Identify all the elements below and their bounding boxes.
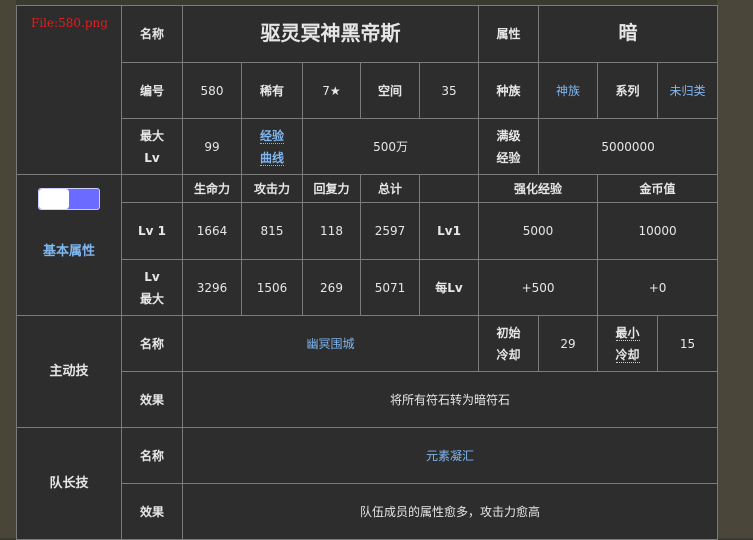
rarity-label: 稀有 xyxy=(241,62,303,119)
stats-toggle[interactable] xyxy=(38,187,100,210)
lvmax-coin: +0 xyxy=(597,259,719,316)
lv1-atk: 815 xyxy=(241,202,303,260)
exp-curve-link[interactable]: 经验 曲线 xyxy=(241,118,303,175)
cost-value: 35 xyxy=(418,62,480,119)
min-cd-label-line2: 冷却 xyxy=(615,347,640,363)
hp-header: 生命力 xyxy=(182,174,242,203)
min-cd-value: 15 xyxy=(657,315,719,372)
lvmax-label-line1: Lv xyxy=(144,269,160,284)
exp-curve-line2[interactable]: 曲线 xyxy=(259,150,284,166)
active-skill-name[interactable]: 幽冥围城 xyxy=(307,337,355,351)
portrait-panel: File:580.png xyxy=(16,5,122,175)
leader-skill-name[interactable]: 元素凝汇 xyxy=(426,449,474,463)
exp-curve-line1[interactable]: 经验 xyxy=(259,128,284,144)
page-background-left xyxy=(0,0,16,538)
leader-skill-name-label: 名称 xyxy=(121,427,183,484)
leader-skill-label: 队长技 xyxy=(49,476,89,491)
active-skill-label: 主动技 xyxy=(49,364,89,379)
lvmax-total: 5071 xyxy=(360,259,420,316)
max-exp-label: 满级 经验 xyxy=(478,118,540,175)
stats-header-blank xyxy=(121,174,183,203)
max-exp-label-line2: 经验 xyxy=(496,150,521,165)
exp-curve-value: 500万 xyxy=(301,118,480,175)
leader-skill-effect: 队伍成员的属性愈多，攻击力愈高 xyxy=(181,483,719,540)
active-skill-name-label: 名称 xyxy=(121,315,183,372)
name-label: 名称 xyxy=(121,5,183,63)
lv1-hp: 1664 xyxy=(182,202,242,260)
series-label: 系列 xyxy=(597,62,659,119)
active-skill-effect: 将所有符石转为暗符石 xyxy=(181,371,719,428)
active-skill-panel: 主动技 xyxy=(16,315,122,428)
max-exp-value: 5000000 xyxy=(538,118,719,175)
lv1-label: Lv 1 xyxy=(121,202,183,260)
init-cd-value: 29 xyxy=(538,315,599,372)
attribute-label: 属性 xyxy=(478,5,540,63)
lvmax-atk: 1506 xyxy=(241,259,303,316)
toggle-knob[interactable] xyxy=(39,188,69,209)
lvmax-hp: 3296 xyxy=(182,259,242,316)
lv1-rec: 118 xyxy=(302,202,361,260)
lv1-total: 2597 xyxy=(360,202,420,260)
exp-header: 强化经验 xyxy=(478,174,599,203)
race-cell: 神族 xyxy=(538,62,599,119)
attribute-value: 暗 xyxy=(618,22,638,44)
race-label: 种族 xyxy=(478,62,540,119)
leader-skill-panel: 队长技 xyxy=(16,427,122,540)
init-cd-label-line2: 冷却 xyxy=(496,347,521,362)
file-link[interactable]: File:580.png xyxy=(31,12,108,34)
rarity-value: 7★ xyxy=(302,62,361,119)
max-lv-label: 最大 Lv xyxy=(121,118,183,175)
basic-stats-label: 基本属性 xyxy=(42,243,95,259)
lvmax-label: Lv 最大 xyxy=(121,259,183,316)
lvmax-label-line2: 最大 xyxy=(139,291,164,306)
lv1-coin: 10000 xyxy=(597,202,719,260)
exp-label-header xyxy=(418,174,480,203)
active-skill-effect-label: 效果 xyxy=(121,371,183,428)
max-exp-label-line1: 满级 xyxy=(496,128,521,143)
monster-info-table: File:580.png 名称 驱灵冥神黑帝斯 属性 暗 编号 580 稀有 7… xyxy=(16,5,719,540)
rec-header: 回复力 xyxy=(302,174,361,203)
coin-header: 金币值 xyxy=(597,174,719,203)
basic-stats-panel: 基本属性 xyxy=(16,174,122,316)
lvmax-exp-label: 每Lv xyxy=(418,259,480,316)
atk-header: 攻击力 xyxy=(241,174,303,203)
active-skill-name-cell: 幽冥围城 xyxy=(181,315,480,372)
monster-name-cell: 驱灵冥神黑帝斯 xyxy=(181,5,480,63)
cost-label: 空间 xyxy=(360,62,420,119)
min-cd-label: 最小 冷却 xyxy=(597,315,659,372)
max-lv-label-line1: 最大 xyxy=(139,128,164,143)
lvmax-exp: +500 xyxy=(478,259,599,316)
init-cd-label-line1: 初始 xyxy=(496,325,521,340)
lv1-exp: 5000 xyxy=(478,202,599,260)
lv1-exp-label: Lv1 xyxy=(418,202,480,260)
max-lv-value: 99 xyxy=(182,118,242,175)
total-header: 总计 xyxy=(360,174,420,203)
series-link[interactable]: 未归类 xyxy=(670,84,706,98)
monster-name: 驱灵冥神黑帝斯 xyxy=(260,20,401,45)
max-lv-label-line2: Lv xyxy=(144,150,160,165)
min-cd-label-line1: 最小 xyxy=(615,325,640,341)
race-link[interactable]: 神族 xyxy=(556,84,580,98)
init-cd-label: 初始 冷却 xyxy=(478,315,540,372)
attribute-value-cell: 暗 xyxy=(538,5,719,63)
page-background-right xyxy=(717,0,753,538)
leader-skill-effect-label: 效果 xyxy=(121,483,183,540)
number-value: 580 xyxy=(182,62,242,119)
lvmax-rec: 269 xyxy=(302,259,361,316)
number-label: 编号 xyxy=(121,62,183,119)
series-cell: 未归类 xyxy=(657,62,719,119)
leader-skill-name-cell: 元素凝汇 xyxy=(181,427,719,484)
